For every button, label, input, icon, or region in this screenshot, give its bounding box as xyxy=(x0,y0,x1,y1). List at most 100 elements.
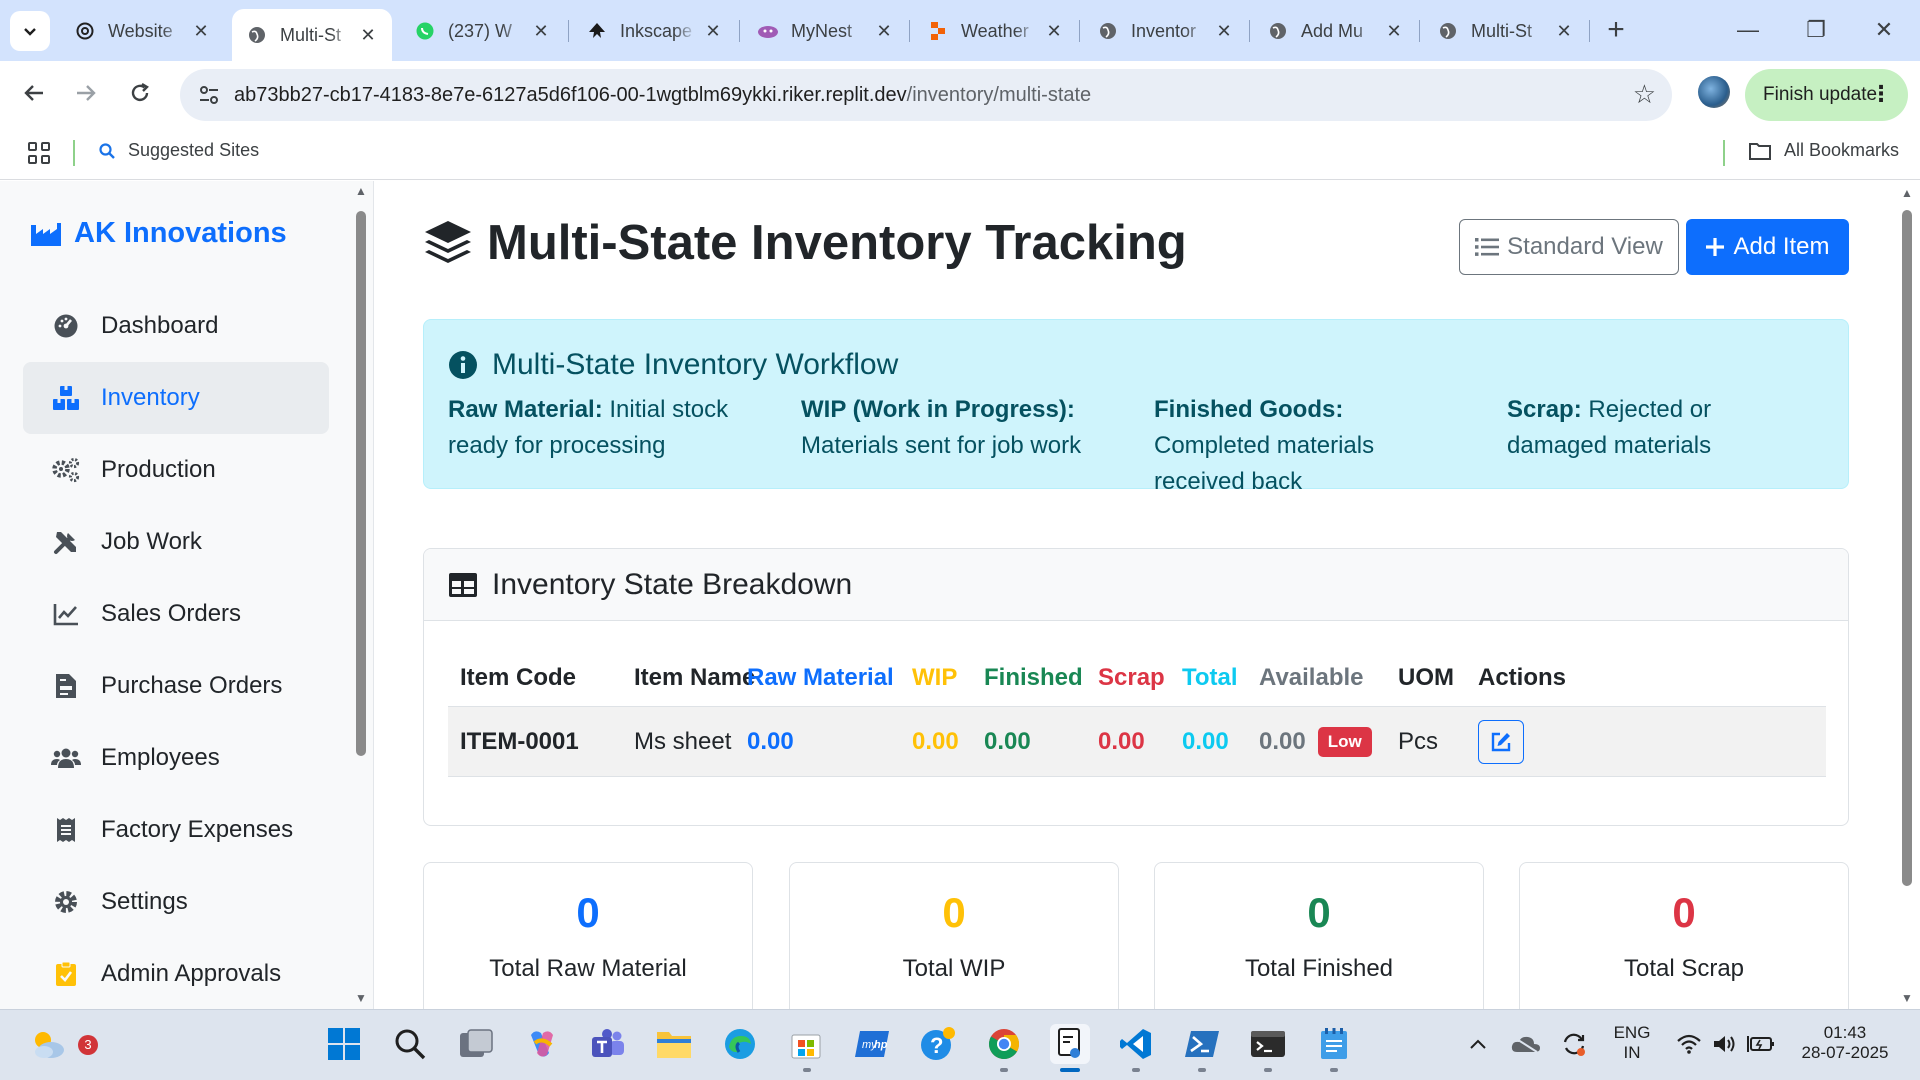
copilot-icon[interactable] xyxy=(522,1024,562,1064)
start-windows-icon[interactable] xyxy=(324,1024,364,1064)
cell-item-code: ITEM-0001 xyxy=(460,727,579,755)
page-scrollbar-thumb[interactable] xyxy=(1902,210,1912,886)
plus-icon xyxy=(1706,238,1725,256)
finish-update-button[interactable]: Finish update ⋮ xyxy=(1745,69,1908,121)
myhp-icon[interactable]: my hp xyxy=(852,1024,892,1064)
brand-logo[interactable]: AK Innovations xyxy=(30,217,287,250)
sidebar-item-settings[interactable]: Settings xyxy=(23,866,329,938)
restore-button[interactable]: ❐ xyxy=(1788,10,1844,50)
task-view-icon[interactable] xyxy=(456,1024,496,1064)
brand-name: AK Innovations xyxy=(74,217,287,249)
close-icon[interactable]: ✕ xyxy=(703,21,723,42)
page-scroll-up-arrow[interactable]: ▲ xyxy=(1901,186,1913,200)
col-wip[interactable]: WIP xyxy=(912,649,957,706)
tab-multi-state[interactable]: Multi-St ✕ xyxy=(1423,9,1588,53)
scroll-up-arrow[interactable]: ▲ xyxy=(355,184,367,198)
add-item-button[interactable]: Add Item xyxy=(1686,219,1849,275)
sidebar-item-factory-expenses[interactable]: Factory Expenses xyxy=(23,794,329,866)
chevron-up-icon[interactable] xyxy=(1460,1024,1496,1064)
main-content: Multi-State Inventory Tracking Standard … xyxy=(375,181,1895,1009)
close-icon[interactable]: ✕ xyxy=(1384,21,1404,42)
close-icon[interactable]: ✕ xyxy=(531,21,551,42)
sidebar-item-dashboard[interactable]: Dashboard xyxy=(23,290,329,362)
sidebar-item-production[interactable]: Production xyxy=(23,434,329,506)
sidebar-item-inventory[interactable]: Inventory xyxy=(23,362,329,434)
col-uom[interactable]: UOM xyxy=(1398,649,1454,706)
col-raw-material[interactable]: Raw Material xyxy=(747,649,894,706)
sidebar-item-purchase-orders[interactable]: Purchase Orders xyxy=(23,650,329,722)
help-icon[interactable]: ? xyxy=(918,1024,958,1064)
close-icon[interactable]: ✕ xyxy=(1214,21,1234,42)
search-icon[interactable] xyxy=(390,1024,430,1064)
sidebar-item-employees[interactable]: Employees xyxy=(23,722,329,794)
site-settings-icon[interactable] xyxy=(196,82,222,108)
tab-inventory[interactable]: Inventor ✕ xyxy=(1083,9,1248,53)
close-icon[interactable]: ✕ xyxy=(1554,21,1574,42)
all-bookmarks-button[interactable]: All Bookmarks xyxy=(1748,140,1899,161)
table-icon xyxy=(449,572,477,597)
notepad-icon[interactable] xyxy=(1314,1024,1354,1064)
profile-avatar[interactable] xyxy=(1698,76,1730,108)
browser-tab-strip: Website ✕ Multi-St ✕ (237) W ✕ Inkscape … xyxy=(0,0,1920,61)
url-text[interactable]: ab73bb27-cb17-4183-8e7e-6127a5d6f106-00-… xyxy=(234,84,1091,107)
volume-icon[interactable] xyxy=(1708,1024,1742,1064)
close-icon[interactable]: ✕ xyxy=(191,21,211,42)
apps-grid-icon[interactable] xyxy=(28,142,50,164)
tab-inkscape[interactable]: Inkscape ✕ xyxy=(572,9,737,53)
col-item-code[interactable]: Item Code xyxy=(460,649,576,706)
sidebar-item-label: Inventory xyxy=(101,384,200,411)
teams-icon[interactable] xyxy=(588,1024,628,1064)
tab-multi-state-active[interactable]: Multi-St ✕ xyxy=(232,9,392,61)
sidebar-item-sales-orders[interactable]: Sales Orders xyxy=(23,578,329,650)
col-finished[interactable]: Finished xyxy=(984,649,1083,706)
bookmark-star-icon[interactable]: ☆ xyxy=(1633,79,1656,110)
back-button[interactable] xyxy=(14,75,54,115)
scroll-down-arrow[interactable]: ▼ xyxy=(355,991,367,1005)
edit-item-button[interactable] xyxy=(1478,719,1524,764)
minimize-button[interactable]: — xyxy=(1720,10,1776,50)
tab-mynest[interactable]: MyNest ✕ xyxy=(743,9,908,53)
terminal-icon[interactable] xyxy=(1248,1024,1288,1064)
close-window-button[interactable]: ✕ xyxy=(1856,10,1912,50)
col-available[interactable]: Available xyxy=(1259,649,1364,706)
language-code: ENG xyxy=(1613,1023,1651,1042)
sidebar-item-admin-approvals[interactable]: Admin Approvals xyxy=(23,938,329,1009)
col-item-name[interactable]: Item Name xyxy=(634,649,755,706)
vscode-icon[interactable] xyxy=(1116,1024,1156,1064)
sync-icon[interactable] xyxy=(1556,1024,1592,1064)
address-bar[interactable]: ab73bb27-cb17-4183-8e7e-6127a5d6f106-00-… xyxy=(180,69,1672,121)
sidebar-item-job-work[interactable]: Job Work xyxy=(23,506,329,578)
col-total[interactable]: Total xyxy=(1182,649,1238,706)
close-icon[interactable]: ✕ xyxy=(874,21,894,42)
file-explorer-icon[interactable] xyxy=(654,1024,694,1064)
clock[interactable]: 01:43 28-07-2025 xyxy=(1790,1023,1900,1063)
tab-whatsapp[interactable]: (237) W ✕ xyxy=(400,9,565,53)
battery-icon[interactable] xyxy=(1744,1024,1778,1064)
wifi-icon[interactable] xyxy=(1672,1024,1706,1064)
microsoft-store-icon[interactable] xyxy=(786,1024,826,1064)
tab-add-multi[interactable]: Add Mu ✕ xyxy=(1253,9,1418,53)
close-icon[interactable]: ✕ xyxy=(358,25,378,46)
page-scroll-down-arrow[interactable]: ▼ xyxy=(1901,991,1913,1005)
edge-icon[interactable] xyxy=(720,1024,760,1064)
standard-view-button[interactable]: Standard View xyxy=(1459,219,1679,275)
tab-search-button[interactable] xyxy=(10,11,50,51)
language-indicator[interactable]: ENG IN xyxy=(1604,1023,1660,1063)
sidebar-item-label: Job Work xyxy=(101,528,202,555)
new-tab-button[interactable]: + xyxy=(1598,13,1634,49)
tab-divider xyxy=(909,20,910,42)
weather-widget-icon[interactable]: 3 xyxy=(28,1024,98,1064)
sidebar-scrollbar-thumb[interactable] xyxy=(356,211,366,756)
tab-weather[interactable]: Weather ✕ xyxy=(913,9,1078,53)
bookmark-suggested-sites[interactable]: Suggested Sites xyxy=(98,140,259,161)
cell-scrap: 0.00 xyxy=(1098,727,1145,755)
tab-website[interactable]: Website ✕ xyxy=(60,9,225,53)
close-icon[interactable]: ✕ xyxy=(1044,21,1064,42)
reload-button[interactable] xyxy=(120,75,160,115)
powershell-icon[interactable] xyxy=(1182,1024,1222,1064)
col-scrap[interactable]: Scrap xyxy=(1098,649,1165,706)
snipping-tool-icon[interactable] xyxy=(1050,1024,1090,1064)
chrome-icon[interactable] xyxy=(984,1024,1024,1064)
forward-button[interactable] xyxy=(66,75,106,115)
onedrive-icon[interactable] xyxy=(1508,1024,1544,1064)
